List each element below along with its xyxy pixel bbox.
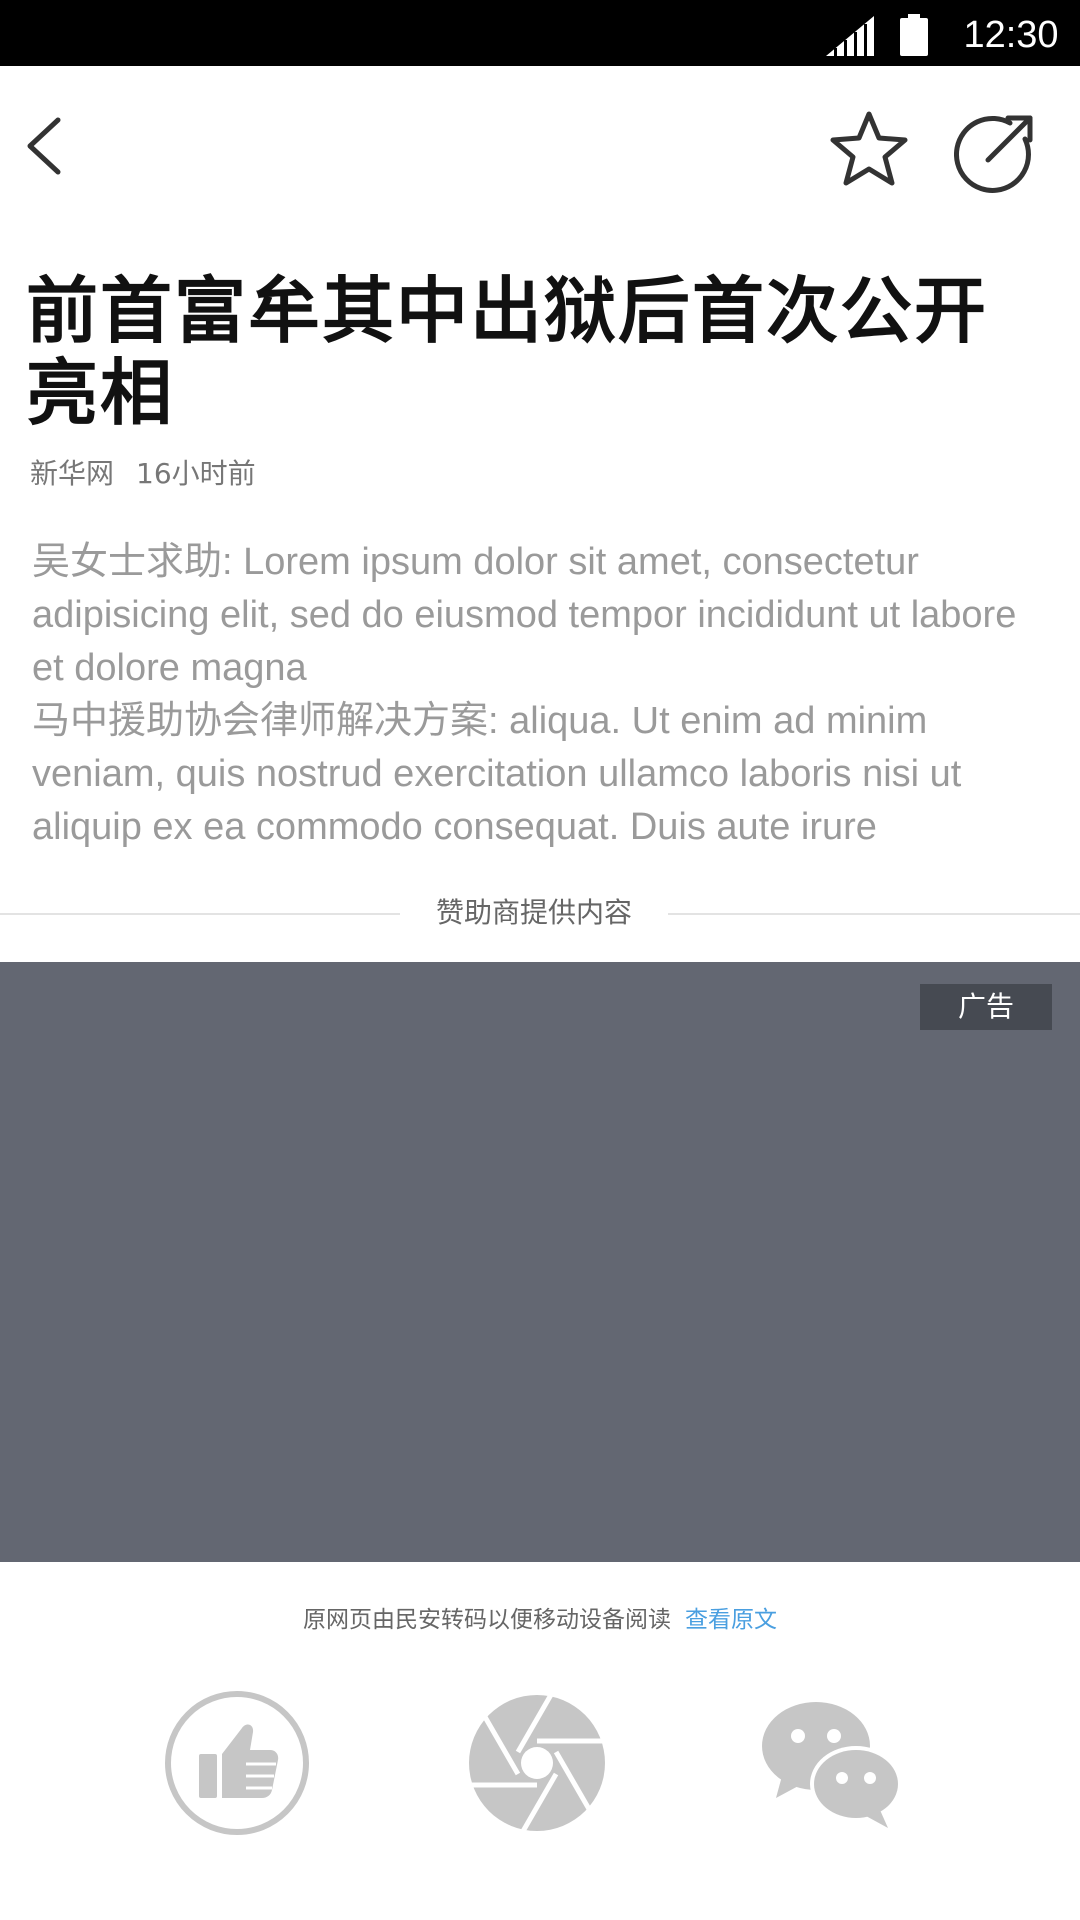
article-meta: 新华网 16小时前 (30, 454, 256, 494)
moments-aperture-icon[interactable] (462, 1688, 612, 1838)
divider-line (668, 913, 1080, 915)
battery-icon (900, 14, 928, 56)
article-body: 吴女士求助: Lorem ipsum dolor sit amet, conse… (32, 536, 1042, 854)
view-original-link[interactable]: 查看原文 (685, 1607, 777, 1633)
status-bar: 12:30 (0, 0, 1080, 66)
share-icon[interactable] (954, 112, 1036, 194)
article-source: 新华网 (30, 457, 115, 490)
sponsor-label: 赞助商提供内容 (435, 896, 632, 929)
ad-banner[interactable]: 广告 (0, 962, 1080, 1562)
source-note: 原网页由民安转码以便移动设备阅读 查看原文 (0, 1600, 1080, 1640)
star-icon[interactable] (826, 108, 912, 192)
status-time: 12:30 (963, 14, 1059, 56)
source-note-text: 原网页由民安转码以便移动设备阅读 (303, 1607, 671, 1633)
back-arrow-icon[interactable] (16, 108, 76, 184)
ad-badge: 广告 (920, 984, 1052, 1030)
article-paragraph: 马中援助协会律师解决方案: aliqua. Ut enim ad minim v… (32, 700, 962, 848)
wechat-icon[interactable] (756, 1688, 906, 1838)
article-paragraph: 吴女士求助: Lorem ipsum dolor sit amet, conse… (32, 541, 1017, 689)
sponsor-divider: 赞助商提供内容 (0, 893, 1080, 933)
article-time: 16小时前 (136, 457, 256, 490)
signal-icon (826, 16, 874, 56)
article-title: 前首富牟其中出狱后首次公开亮相 (26, 269, 989, 435)
thumbs-up-icon[interactable] (162, 1688, 312, 1838)
divider-line (0, 913, 400, 915)
